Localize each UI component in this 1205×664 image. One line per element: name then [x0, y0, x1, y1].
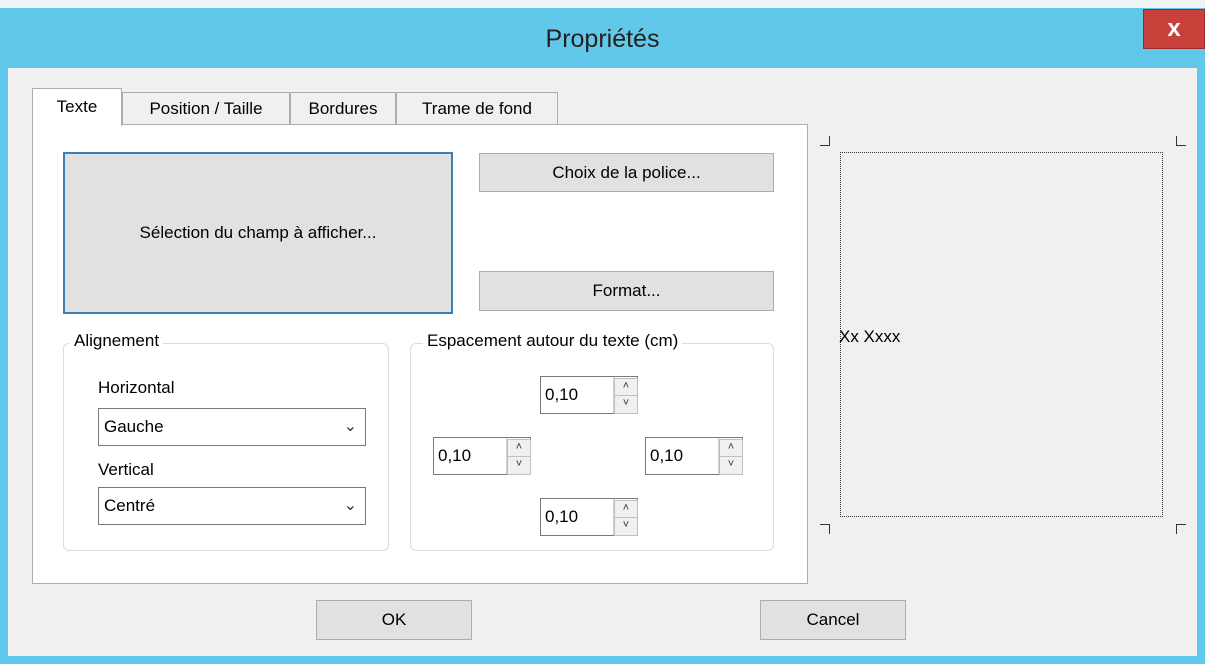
- spacing-bottom-stepper[interactable]: 0,10 ˄ ˅: [540, 498, 638, 536]
- ok-button[interactable]: OK: [316, 600, 472, 640]
- crop-mark: [1176, 524, 1186, 534]
- spacing-top-stepper[interactable]: 0,10 ˄ ˅: [540, 376, 638, 414]
- chevron-down-icon: ⌄: [343, 497, 357, 514]
- horizontal-select-value: Gauche: [104, 417, 164, 436]
- crop-mark: [820, 136, 830, 146]
- horizontal-select[interactable]: Gauche ⌄: [98, 408, 366, 446]
- spacing-top-value: 0,10: [545, 385, 579, 404]
- tab-position-taille[interactable]: Position / Taille: [122, 92, 290, 125]
- horizontal-label: Horizontal: [98, 378, 175, 397]
- tab-texte[interactable]: Texte: [32, 88, 122, 126]
- spacing-left-value: 0,10: [438, 446, 472, 465]
- tab-label: Bordures: [308, 99, 378, 118]
- spacing-right-value: 0,10: [650, 446, 684, 465]
- close-button[interactable]: x: [1143, 9, 1205, 49]
- vertical-select[interactable]: Centré ⌄: [98, 487, 366, 525]
- stepper-buttons: ˄ ˅: [613, 499, 638, 536]
- chevron-down-icon[interactable]: ˅: [614, 517, 638, 536]
- stepper-buttons: ˄ ˅: [506, 438, 531, 475]
- background-strip: [0, 0, 1205, 8]
- chevron-down-icon[interactable]: ˅: [719, 456, 743, 475]
- dialog-client-area: Texte Position / Taille Bordures Trame d…: [8, 68, 1197, 656]
- tab-bordures[interactable]: Bordures: [290, 92, 396, 125]
- alignment-group: Alignement Horizontal Gauche ⌄ Vertical …: [63, 331, 389, 551]
- tab-label: Texte: [56, 97, 98, 116]
- crop-mark: [1176, 136, 1186, 146]
- tab-label: Position / Taille: [149, 99, 263, 118]
- stepper-buttons: ˄ ˅: [718, 438, 743, 475]
- alignment-legend: Alignement: [70, 331, 164, 351]
- cancel-label: Cancel: [806, 610, 860, 629]
- chevron-down-icon: ⌄: [343, 418, 357, 435]
- spacing-left-stepper[interactable]: 0,10 ˄ ˅: [433, 437, 531, 475]
- title-bar[interactable]: Propriétés x: [8, 8, 1205, 68]
- ok-label: OK: [381, 610, 407, 629]
- tab-label: Trame de fond: [422, 99, 532, 118]
- chevron-down-icon[interactable]: ˅: [614, 395, 638, 414]
- cancel-button[interactable]: Cancel: [760, 600, 906, 640]
- close-icon: x: [1167, 15, 1181, 42]
- format-button[interactable]: Format...: [479, 271, 774, 311]
- spacing-bottom-value: 0,10: [545, 507, 579, 526]
- vertical-select-value: Centré: [104, 496, 156, 515]
- spacing-group: Espacement autour du texte (cm) 0,10 ˄ ˅…: [410, 331, 774, 551]
- crop-mark: [820, 524, 830, 534]
- vertical-label: Vertical: [98, 460, 154, 479]
- spacing-right-stepper[interactable]: 0,10 ˄ ˅: [645, 437, 743, 475]
- tab-page-texte: Sélection du champ à afficher... Choix d…: [32, 124, 808, 584]
- chevron-down-icon[interactable]: ˅: [507, 456, 531, 475]
- text-preview-frame: Xx Xxxx: [839, 152, 1163, 517]
- font-choice-button[interactable]: Choix de la police...: [479, 153, 774, 192]
- select-field-button[interactable]: Sélection du champ à afficher...: [63, 152, 453, 314]
- tab-trame-de-fond[interactable]: Trame de fond: [396, 92, 558, 125]
- preview-sample-text: Xx Xxxx: [839, 327, 901, 346]
- stepper-buttons: ˄ ˅: [613, 377, 638, 414]
- format-label: Format...: [592, 281, 661, 300]
- spacing-legend: Espacement autour du texte (cm): [423, 331, 683, 351]
- dialog-title: Propriétés: [545, 25, 660, 53]
- font-choice-label: Choix de la police...: [552, 163, 701, 182]
- select-field-label: Sélection du champ à afficher...: [139, 223, 377, 242]
